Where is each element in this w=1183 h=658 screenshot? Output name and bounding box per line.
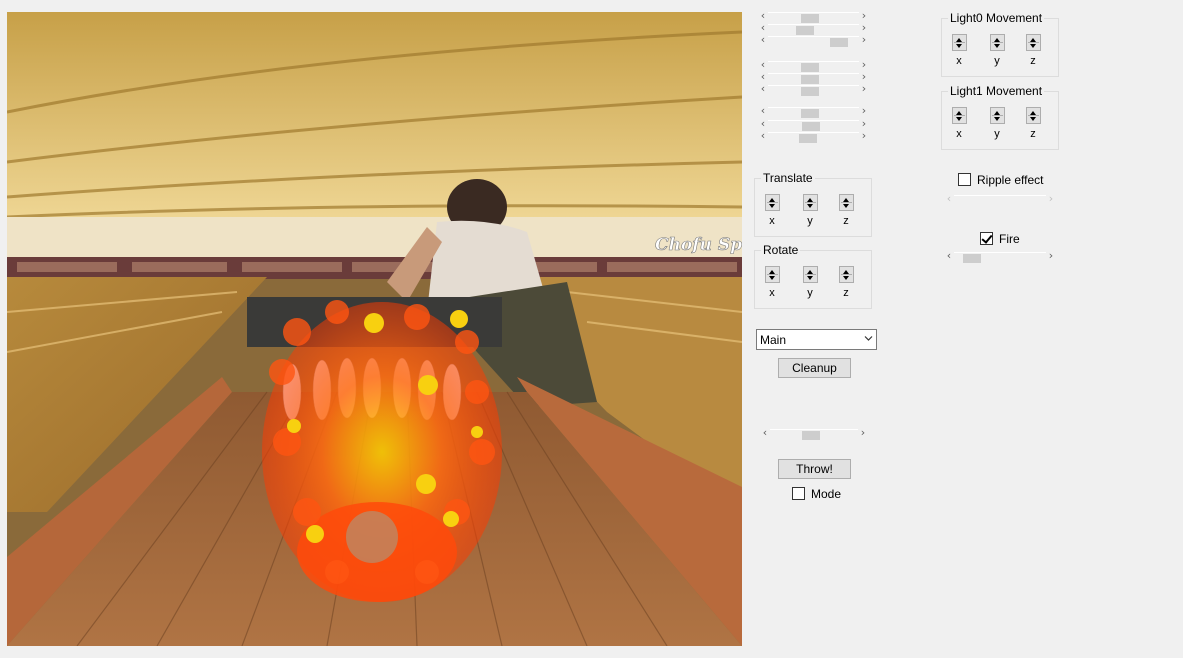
fire-checkbox[interactable] [980,232,993,245]
chevron-left-icon[interactable]: ‹ [758,83,768,95]
transform-slider-1[interactable]: ‹ › [758,10,869,24]
transform-slider-8[interactable]: ‹ › [758,118,869,132]
arrow-down-icon[interactable] [843,204,849,208]
arrow-down-icon[interactable] [956,117,962,121]
fire-label: Fire [999,232,1020,246]
rotate-spinner-1[interactable] [803,266,818,283]
arrow-down-icon[interactable] [994,117,1000,121]
ripple-checkbox[interactable] [958,173,971,186]
slider-thumb[interactable] [801,14,819,23]
slider-thumb[interactable] [801,87,819,96]
slider-thumb[interactable] [802,431,820,440]
chevron-right-icon[interactable]: › [859,83,869,95]
arrow-down-icon[interactable] [1030,44,1036,48]
cleanup-button[interactable]: Cleanup [778,358,851,378]
transform-slider-5[interactable]: ‹ › [758,71,869,85]
light1-axis-label: x [956,128,962,140]
light0-spinner-0[interactable] [952,34,967,51]
transform-slider-9[interactable]: ‹ › [758,130,869,144]
ripple-slider: ‹ › [944,192,1056,207]
slider-thumb[interactable] [802,122,820,131]
checkmark-icon [981,232,993,244]
mode-checkbox[interactable] [792,487,805,500]
ripple-label: Ripple effect [977,173,1044,187]
transform-slider-7[interactable]: ‹ › [758,105,869,119]
light1-title: Light1 Movement [948,84,1045,98]
arrow-down-icon[interactable] [807,276,813,280]
light1-axis-label: z [1030,128,1036,140]
rotate-axis-label: y [807,287,813,299]
translate-title: Translate [761,171,815,185]
chevron-left-icon[interactable]: ‹ [758,34,768,46]
arrow-down-icon[interactable] [769,276,775,280]
chevron-right-icon[interactable]: › [859,130,869,142]
chevron-left-icon[interactable]: ‹ [758,105,768,117]
light1-spinner-2[interactable] [1026,107,1041,124]
translate-spinner-2[interactable] [839,194,854,211]
bowling-ball [346,511,398,563]
render-viewport[interactable]: Chofu Spo [7,12,742,646]
translate-axis-label: x [769,215,775,227]
slider-thumb[interactable] [796,26,814,35]
slider-thumb[interactable] [799,134,817,143]
chevron-right-icon[interactable]: › [858,427,868,439]
chevron-down-icon [864,336,873,341]
mode-label: Mode [811,487,842,501]
chevron-right-icon: › [1048,192,1054,205]
bowling-scene: Chofu Spo [7,12,742,646]
transform-slider-4[interactable]: ‹ › [758,59,869,73]
camera-select[interactable]: Main [756,329,877,350]
chevron-right-icon[interactable]: › [859,34,869,46]
transform-slider-3[interactable]: ‹ › [758,34,869,48]
chevron-right-icon[interactable]: › [859,105,869,117]
rotate-axis-label: z [843,287,849,299]
light1-axis-label: y [994,128,1000,140]
alley-sign: Chofu Spo [655,235,742,255]
translate-axis-label: y [807,215,813,227]
camera-select-value: Main [760,333,787,347]
slider-thumb[interactable] [801,75,819,84]
slider-thumb[interactable] [801,63,819,72]
light0-spinner-2[interactable] [1026,34,1041,51]
arrow-down-icon[interactable] [956,44,962,48]
light0-spinner-1[interactable] [990,34,1005,51]
fire-slider[interactable]: ‹ › [944,250,1056,264]
arrow-down-icon[interactable] [994,44,1000,48]
slider-thumb[interactable] [963,254,981,263]
slider-thumb[interactable] [830,38,848,47]
rotate-spinner-0[interactable] [765,266,780,283]
light0-axis-label: y [994,55,1000,67]
light0-axis-label: x [956,55,962,67]
translate-axis-label: z [843,215,849,227]
chevron-left-icon[interactable]: ‹ [760,427,770,439]
throw-button[interactable]: Throw! [778,459,851,479]
light0-axis-label: z [1030,55,1036,67]
rotate-spinner-2[interactable] [839,266,854,283]
rotate-title: Rotate [761,243,801,257]
arrow-down-icon[interactable] [1030,117,1036,121]
translate-spinner-0[interactable] [765,194,780,211]
power-slider[interactable]: ‹ › [760,427,868,441]
transform-slider-2[interactable]: ‹ › [758,22,869,36]
translate-spinner-1[interactable] [803,194,818,211]
transform-slider-6[interactable]: ‹ › [758,83,869,97]
light1-spinner-1[interactable] [990,107,1005,124]
chevron-right-icon[interactable]: › [1046,250,1056,262]
arrow-down-icon[interactable] [769,204,775,208]
chevron-left-icon[interactable]: ‹ [758,130,768,142]
slider-thumb[interactable] [801,109,819,118]
rotate-axis-label: x [769,287,775,299]
chevron-left-icon[interactable]: ‹ [944,250,954,262]
light1-spinner-0[interactable] [952,107,967,124]
chevron-left-icon: ‹ [946,192,952,205]
arrow-down-icon[interactable] [843,276,849,280]
light0-title: Light0 Movement [948,11,1045,25]
arrow-down-icon[interactable] [807,204,813,208]
